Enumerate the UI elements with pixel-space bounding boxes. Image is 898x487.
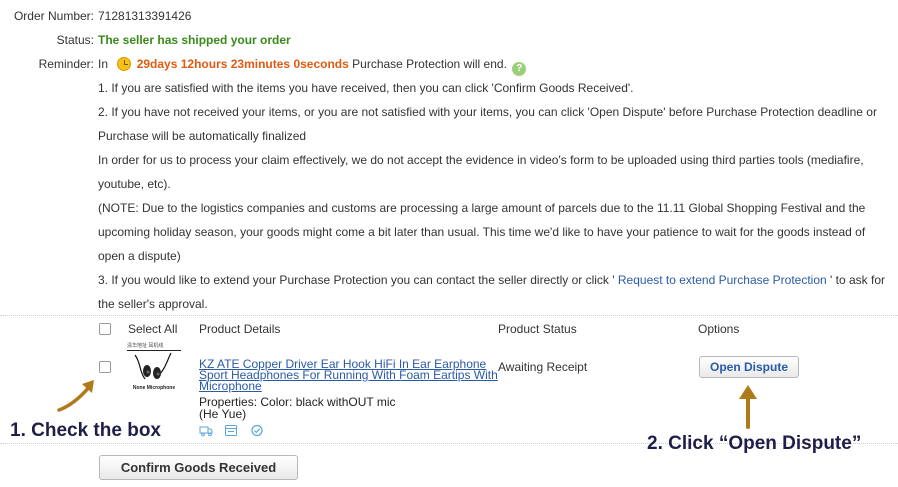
order-number-value: 71281313391426 (98, 9, 192, 23)
arrow-to-dispute-icon (739, 385, 757, 429)
col-product-status: Product Status (498, 322, 577, 336)
note-4: (NOTE: Due to the logistics companies an… (98, 201, 866, 263)
reminder-suffix: Purchase Protection will end. (352, 57, 507, 71)
select-all-label: Select All (128, 322, 178, 336)
shipping-truck-icon[interactable] (199, 424, 213, 437)
table-top-divider (0, 315, 898, 316)
note-1: 1. If you are satisfied with the items y… (98, 81, 634, 95)
product-title-link[interactable]: KZ ATE Copper Driver Ear Hook HiFi In Ea… (199, 358, 499, 392)
product-properties: Properties: Color: black withOUT mic (He… (199, 396, 396, 420)
seller-name: (He Yue) (199, 407, 247, 421)
col-product-details: Product Details (199, 322, 281, 336)
note-3: In order for us to process your claim ef… (98, 153, 864, 191)
clock-icon (117, 57, 132, 71)
reminder-text: In 29days 12hours 23minutes 0seconds Pur… (98, 57, 527, 76)
help-icon[interactable]: ? (512, 62, 527, 76)
extend-protection-link[interactable]: Request to extend Purchase Protection (615, 273, 830, 287)
countdown-timer: 29days 12hours 23minutes 0seconds (136, 57, 349, 71)
note-2: 2. If you have not received your items, … (98, 105, 877, 143)
thumbnail-caption: None Microphone (132, 385, 176, 391)
col-options: Options (698, 322, 740, 336)
item-checkbox[interactable] (99, 361, 111, 373)
invoice-icon[interactable] (224, 424, 238, 437)
step-1-annotation: 1. Check the box (10, 420, 161, 441)
status-label: Status: (56, 33, 94, 47)
step-2-annotation: 2. Click “Open Dispute” (647, 433, 862, 454)
note-5: 3. If you would like to extend your Purc… (98, 268, 888, 316)
open-dispute-button[interactable]: Open Dispute (699, 356, 799, 378)
confirm-goods-received-button[interactable]: Confirm Goods Received (99, 455, 298, 480)
refresh-icon[interactable] (250, 424, 264, 437)
status-value: The seller has shipped your order (98, 33, 291, 47)
reminder-prefix: In (98, 57, 109, 71)
earphone-image (134, 352, 172, 380)
reminder-label: Reminder: (38, 57, 94, 71)
select-all-checkbox[interactable] (99, 323, 111, 335)
order-number-label: Order Number: (13, 9, 94, 23)
note-5-before: 3. If you would like to extend your Purc… (98, 273, 615, 287)
product-status: Awaiting Receipt (498, 360, 588, 374)
product-thumbnail[interactable]: 清华地址 耳机线 None Microphone (127, 341, 181, 395)
arrow-to-checkbox-icon (57, 380, 94, 412)
